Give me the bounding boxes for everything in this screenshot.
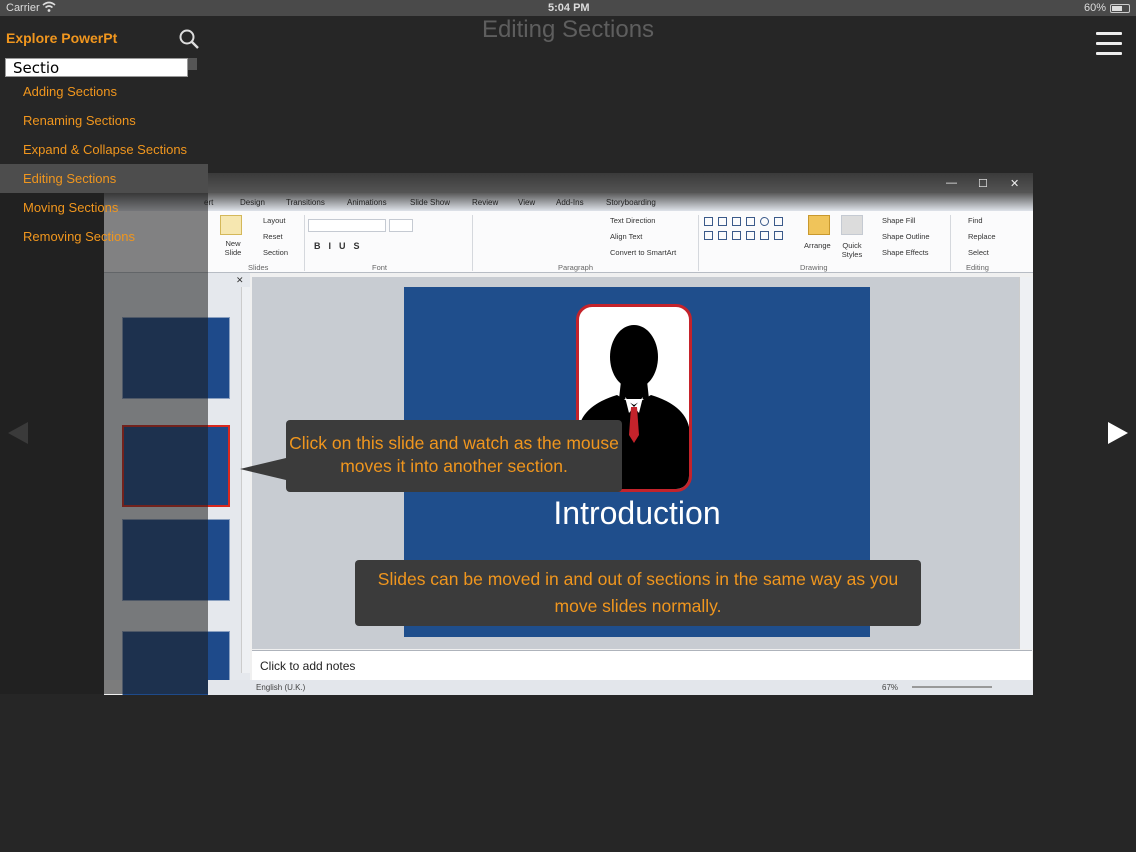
sidebar-item-editing-sections[interactable]: Editing Sections [0, 164, 208, 193]
arrange-icon [808, 215, 830, 235]
text-direction-label: Text Direction [610, 216, 656, 225]
shape-gallery-cell [704, 231, 713, 240]
ppt-title-bar: — ☐ ✕ [104, 173, 1033, 193]
shape-gallery-cell [774, 217, 783, 226]
select-label: Select [968, 248, 989, 257]
arrange-label: Arrange [804, 241, 831, 250]
layout-label: Layout [263, 216, 286, 225]
align-text-label: Align Text [610, 232, 643, 241]
maximize-icon: ☐ [978, 178, 988, 190]
search-icon[interactable] [178, 28, 200, 50]
find-label: Find [968, 216, 983, 225]
callout-sections-info: Slides can be moved in and out of sectio… [355, 560, 921, 626]
thumbnail-scrollbar [241, 287, 250, 673]
callout-pointer [240, 458, 286, 480]
paragraph-group-label: Paragraph [558, 263, 594, 272]
sidebar-header: Explore PowerPt [6, 30, 118, 46]
slides-group-label: Slides [248, 263, 269, 272]
wifi-icon [42, 1, 56, 12]
ppt-tab: Storyboarding [606, 198, 656, 207]
notes-pane: Click to add notes [252, 650, 1032, 680]
shape-fill-label: Shape Fill [882, 216, 916, 225]
drawing-group-label: Drawing [800, 263, 828, 272]
battery-icon [1110, 4, 1130, 13]
ppt-ribbon-tabs: ert Design Transitions Animations Slide … [104, 193, 1033, 211]
section-label: Section [263, 248, 289, 257]
minimize-icon: — [946, 177, 957, 189]
ribbon-divider [304, 215, 305, 271]
notes-placeholder: Click to add notes [260, 659, 356, 673]
clock: 5:04 PM [548, 2, 590, 14]
hamburger-menu-icon[interactable] [1096, 32, 1122, 56]
font-group-label: Font [372, 263, 388, 272]
shape-gallery-cell [760, 217, 769, 226]
shape-gallery-cell [746, 217, 755, 226]
new-slide-icon [220, 215, 242, 235]
font-size-box [389, 219, 413, 232]
shape-gallery-cell [732, 217, 741, 226]
sidebar-item-expand-collapse-sections[interactable]: Expand & Collapse Sections [0, 135, 208, 164]
sidebar-item-renaming-sections[interactable]: Renaming Sections [0, 106, 208, 135]
editing-group-label: Editing [966, 263, 989, 272]
page-title: Editing Sections [481, 16, 655, 43]
convert-smartart-label: Convert to SmartArt [610, 248, 677, 257]
replace-label: Replace [968, 232, 996, 241]
font-name-box [308, 219, 386, 232]
new-slide-label: New Slide [224, 239, 242, 257]
shape-gallery-cell [718, 217, 727, 226]
ribbon-divider [698, 215, 699, 271]
font-format-icons: BIUS [314, 241, 368, 251]
shape-outline-label: Shape Outline [882, 232, 930, 241]
search-clear-button[interactable] [188, 58, 197, 70]
ppt-status-bar: English (U.K.) 67% [208, 680, 1033, 695]
ribbon-divider [472, 215, 473, 271]
language-label: English (U.K.) [256, 683, 306, 692]
edit-scrollbar [1019, 277, 1033, 649]
ppt-tab: Review [472, 198, 499, 207]
ppt-tab: View [518, 198, 536, 207]
next-arrow-icon[interactable] [1108, 422, 1128, 444]
ribbon-divider [950, 215, 951, 271]
close-icon: ✕ [1010, 178, 1020, 190]
ppt-tab: Transitions [286, 198, 325, 207]
ppt-tab: Add-Ins [556, 198, 584, 207]
ppt-tab: Design [240, 198, 265, 207]
sidebar-item-adding-sections[interactable]: Adding Sections [0, 77, 208, 106]
ppt-tab: Animations [347, 198, 387, 207]
quick-styles-icon [841, 215, 863, 235]
carrier-label: Carrier [6, 2, 40, 14]
ppt-ribbon: New Slide Layout Reset Section Slides BI… [104, 211, 1033, 273]
shape-gallery-cell [704, 217, 713, 226]
close-pane-icon: ✕ [236, 275, 244, 285]
ppt-tab: Slide Show [410, 198, 451, 207]
zoom-slider [912, 686, 992, 688]
shape-gallery-cell [718, 231, 727, 240]
search-input[interactable]: Sectio [5, 58, 188, 77]
shape-gallery-cell [746, 231, 755, 240]
battery-percent: 60% [1083, 2, 1106, 14]
previous-arrow-icon[interactable] [8, 422, 28, 444]
quick-styles-label: Quick Styles [841, 241, 863, 259]
callout-move-slide: Click on this slide and watch as the mou… [286, 420, 622, 492]
shape-gallery-cell [760, 231, 769, 240]
sidebar-item-moving-sections[interactable]: Moving Sections [0, 193, 208, 222]
slide-title: Introduction [553, 495, 721, 531]
sidebar-item-removing-sections[interactable]: Removing Sections [0, 222, 208, 251]
shape-gallery-cell [732, 231, 741, 240]
zoom-label: 67% [882, 683, 899, 692]
sidebar-list: Adding Sections Renaming Sections Expand… [0, 77, 208, 251]
reset-label: Reset [263, 232, 283, 241]
shape-effects-label: Shape Effects [882, 248, 929, 257]
status-bar: Carrier 5:04 PM 60% [0, 0, 1136, 16]
shape-gallery-cell [774, 231, 783, 240]
